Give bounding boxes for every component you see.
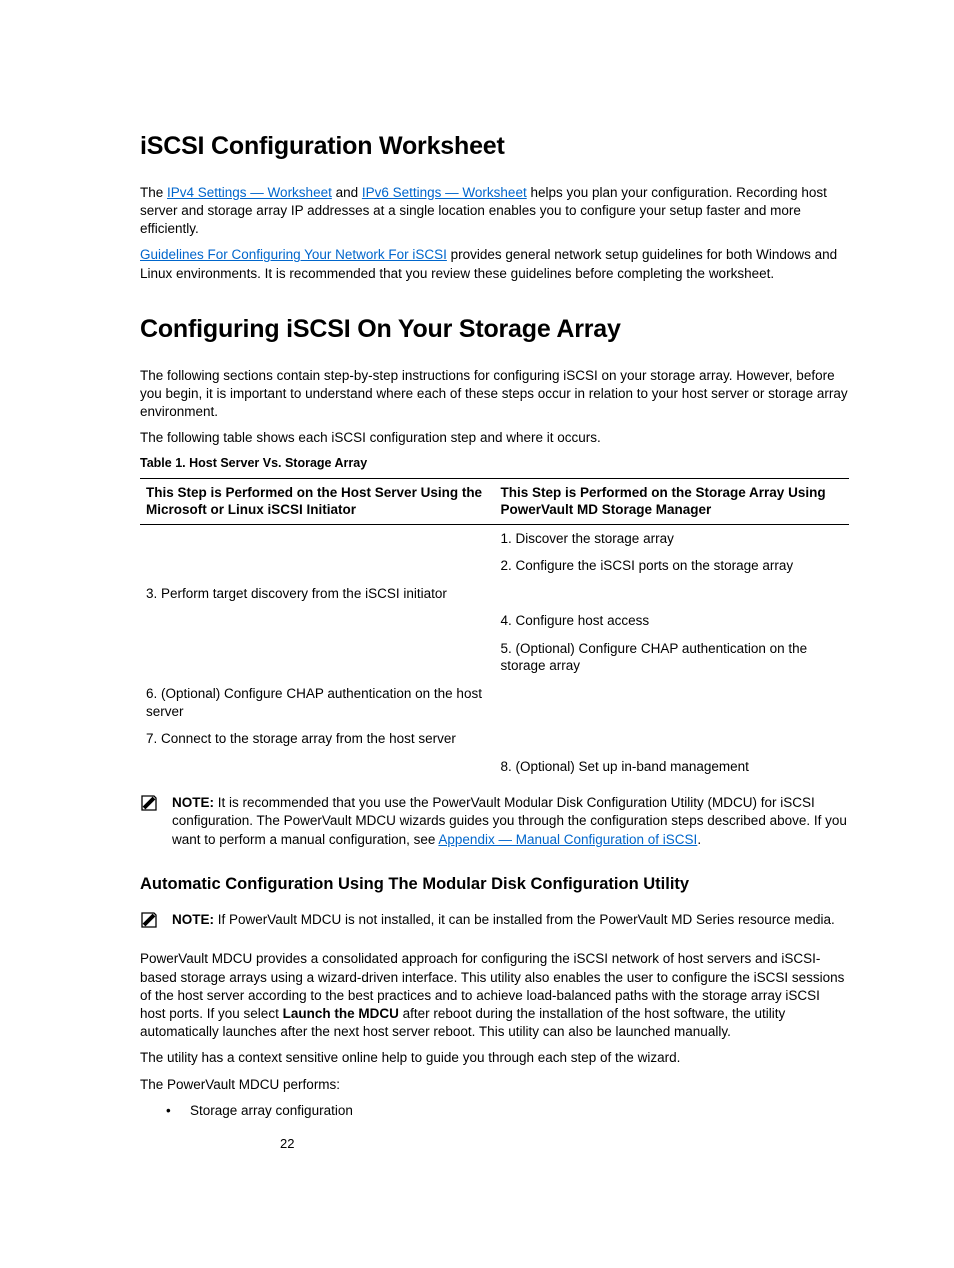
table-row: 5. (Optional) Configure CHAP authenticat… [140, 635, 849, 680]
table-row: 3. Perform target discovery from the iSC… [140, 580, 849, 608]
heading-iscsi-worksheet: iSCSI Configuration Worksheet [140, 130, 849, 164]
text: The [140, 185, 167, 200]
text: . [697, 832, 701, 847]
note-icon [140, 794, 162, 849]
paragraph-performs: The PowerVault MDCU performs: [140, 1076, 849, 1094]
table-header-array: This Step is Performed on the Storage Ar… [495, 479, 850, 524]
paragraph-guidelines: Guidelines For Configuring Your Network … [140, 246, 849, 282]
paragraph-context-help: The utility has a context sensitive onli… [140, 1049, 849, 1067]
table-row: 2. Configure the iSCSI ports on the stor… [140, 552, 849, 580]
text: and [332, 185, 362, 200]
bullet-list: Storage array configuration [140, 1102, 849, 1120]
paragraph-intro: The IPv4 Settings — Worksheet and IPv6 S… [140, 184, 849, 239]
link-network-guidelines[interactable]: Guidelines For Configuring Your Network … [140, 247, 447, 262]
table-caption: Table 1. Host Server Vs. Storage Array [140, 455, 849, 472]
heading-configuring-iscsi: Configuring iSCSI On Your Storage Array [140, 313, 849, 347]
table-header-host: This Step is Performed on the Host Serve… [140, 479, 495, 524]
note-text: If PowerVault MDCU is not installed, it … [218, 912, 835, 927]
cell: 8. (Optional) Set up in-band management [495, 753, 850, 781]
bold-launch-mdcu: Launch the MDCU [283, 1006, 399, 1021]
table-row: 4. Configure host access [140, 607, 849, 635]
cell: 4. Configure host access [495, 607, 850, 635]
link-appendix-manual[interactable]: Appendix — Manual Configuration of iSCSI [438, 832, 697, 847]
table-row: 6. (Optional) Configure CHAP authenticat… [140, 680, 849, 725]
cell: 1. Discover the storage array [495, 524, 850, 552]
link-ipv4-worksheet[interactable]: IPv4 Settings — Worksheet [167, 185, 332, 200]
page-number: 22 [280, 1135, 294, 1153]
cell: 6. (Optional) Configure CHAP authenticat… [140, 680, 495, 725]
cell: 3. Perform target discovery from the iSC… [140, 580, 495, 608]
note-label: NOTE: [172, 795, 218, 810]
note-icon [140, 911, 162, 934]
cell: 5. (Optional) Configure CHAP authenticat… [495, 635, 850, 680]
paragraph-table-intro: The following table shows each iSCSI con… [140, 429, 849, 447]
link-ipv6-worksheet[interactable]: IPv6 Settings — Worksheet [362, 185, 527, 200]
paragraph-instructions: The following sections contain step-by-s… [140, 367, 849, 422]
table-row: 7. Connect to the storage array from the… [140, 725, 849, 753]
table-host-vs-array: This Step is Performed on the Host Serve… [140, 478, 849, 780]
cell: 7. Connect to the storage array from the… [140, 725, 495, 753]
table-row: 1. Discover the storage array [140, 524, 849, 552]
note-block-install: NOTE: If PowerVault MDCU is not installe… [140, 911, 849, 934]
paragraph-mdcu-description: PowerVault MDCU provides a consolidated … [140, 950, 849, 1041]
cell: 2. Configure the iSCSI ports on the stor… [495, 552, 850, 580]
note-label: NOTE: [172, 912, 218, 927]
note-block-mdcu: NOTE: It is recommended that you use the… [140, 794, 849, 849]
list-item: Storage array configuration [190, 1102, 849, 1120]
table-row: 8. (Optional) Set up in-band management [140, 753, 849, 781]
heading-auto-config: Automatic Configuration Using The Modula… [140, 873, 849, 895]
